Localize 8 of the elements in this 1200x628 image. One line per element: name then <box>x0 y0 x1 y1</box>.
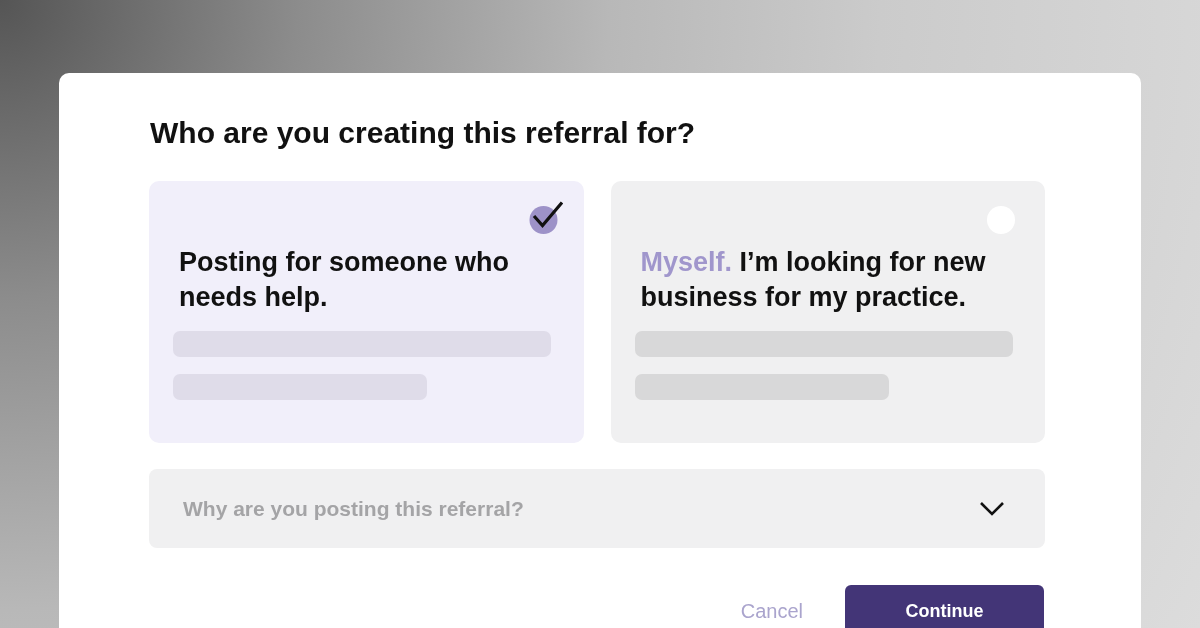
option-card[interactable]: Posting for someone who needs help. <box>149 181 584 443</box>
chevron-down-icon <box>979 500 1005 517</box>
option-label: Posting for someone who needs help. <box>179 246 510 314</box>
dialog-title: Who are you creating this referral for? <box>150 115 697 151</box>
option-card[interactable]: Myself. I’m looking for new business for my practice. <box>610 181 1045 443</box>
check-circle-icon <box>528 201 563 235</box>
option-label: Myself. I’m looking for new business for my practice. <box>640 246 987 314</box>
continue-button[interactable]: Continue <box>845 585 1044 628</box>
